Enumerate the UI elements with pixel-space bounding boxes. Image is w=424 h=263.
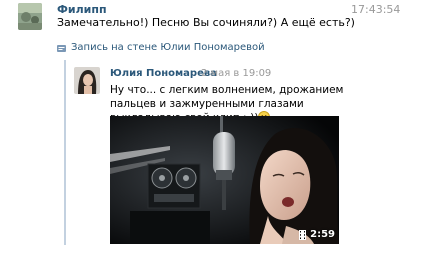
message-timestamp: 17:43:54 <box>351 3 401 16</box>
message-text: Замечательно!) Песню Вы сочиняли?) А ещё… <box>57 16 355 29</box>
sender-avatar[interactable] <box>18 3 42 30</box>
video-frame-image <box>110 116 339 244</box>
video-film-icon <box>299 229 307 240</box>
video-duration-label: 2:59 <box>310 229 335 240</box>
video-duration: 2:59 <box>299 229 335 240</box>
sender-name[interactable]: Филипп <box>57 3 107 16</box>
wall-post-link-label: Запись на стене Юлии Пономаревой <box>71 42 265 53</box>
video-thumbnail[interactable]: 2:59 <box>110 116 339 244</box>
wall-post-link[interactable]: Запись на стене Юлии Пономаревой <box>57 42 265 53</box>
quote-bar <box>64 60 66 245</box>
wall-post-icon <box>57 44 66 52</box>
post-author-avatar[interactable] <box>74 67 100 94</box>
post-date[interactable]: 2 мая в 19:09 <box>201 68 271 79</box>
